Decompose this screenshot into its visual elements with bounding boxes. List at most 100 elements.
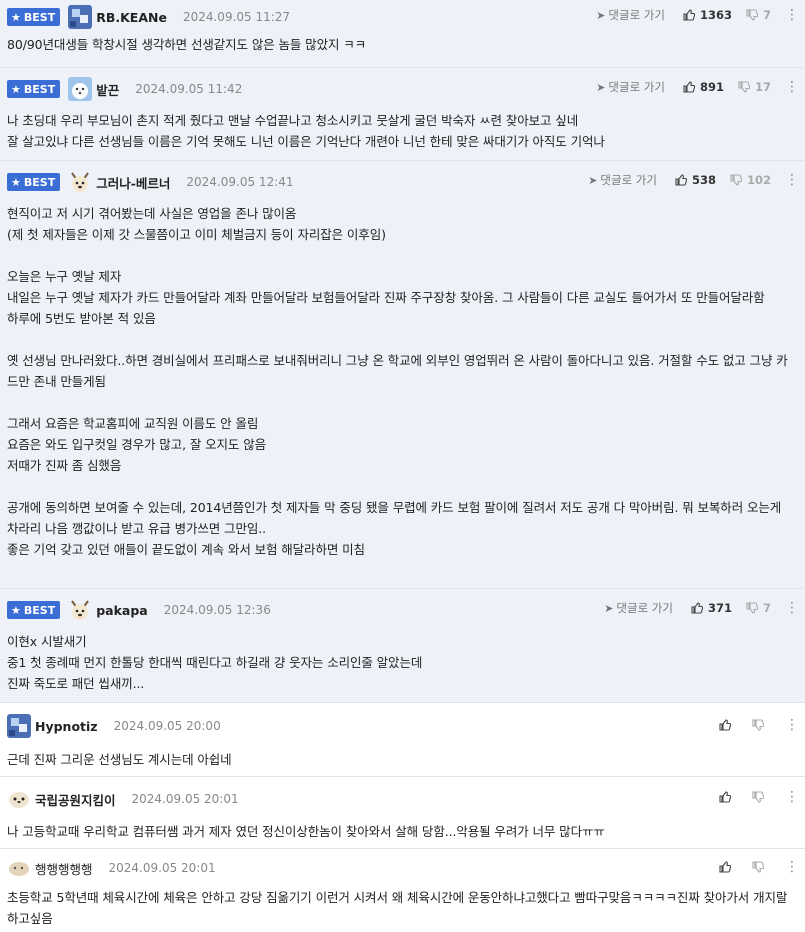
avatar[interactable] [7, 714, 31, 738]
send-arrow-icon: ➤ [596, 8, 606, 22]
more-options-icon[interactable]: ⋮ [785, 7, 799, 23]
downvote-count: 7 [762, 8, 771, 22]
thumbs-down-icon [730, 174, 742, 186]
more-options-icon[interactable]: ⋮ [785, 172, 799, 188]
thumbs-up-icon [675, 174, 687, 186]
thumbs-up-icon [683, 9, 695, 21]
avatar[interactable] [68, 77, 93, 101]
upvote-button[interactable]: 538 [675, 173, 716, 187]
avatar[interactable] [68, 5, 93, 29]
send-arrow-icon: ➤ [588, 173, 598, 187]
upvote-count: 371 [707, 601, 732, 615]
upvote-button[interactable] [719, 861, 736, 873]
upvote-button[interactable]: 371 [691, 601, 732, 615]
author-nickname[interactable]: 행행행행행 [35, 859, 93, 878]
downvote-count: 7 [762, 601, 771, 615]
author-nickname[interactable]: 밭끈 [96, 80, 119, 99]
thumbs-down-icon [746, 602, 758, 614]
thumbs-up-icon [719, 719, 731, 731]
comment-item: ★ BEST RB.KEANe 2024.09.05 11:27 ➤ 댓글로 가기 … [0, 0, 805, 68]
comment-body: 나 고등학교때 우리학교 컴퓨터쌤 과거 제자 였던 정신이상한놈이 찾아와서 … [7, 824, 605, 839]
comment-date: 2024.09.05 12:41 [186, 175, 294, 189]
more-options-icon[interactable]: ⋮ [785, 859, 799, 875]
thumbs-down-icon [746, 9, 758, 21]
reply-label: 댓글로 가기 [608, 8, 665, 22]
comment-item: Hypnotiz 2024.09.05 20:00 ⋮ 근데 진짜 그리운 선생… [0, 703, 805, 777]
comment-date: 2024.09.05 20:01 [108, 861, 216, 875]
author-nickname[interactable]: Hypnotiz [35, 719, 98, 734]
upvote-count: 1363 [699, 8, 732, 22]
thumbs-up-icon [719, 861, 731, 873]
thumbs-up-icon [683, 81, 695, 93]
comment-body: 나 초딩대 우리 부모님이 촌지 적게 줬다고 맨날 수업끝나고 청소시키고 뭇… [7, 113, 605, 149]
author-nickname[interactable]: RB.KEANe [96, 10, 167, 25]
comment-date: 2024.09.05 20:00 [113, 719, 221, 733]
comment-item: ★ BEST pakapa 2024.09.05 12:36 ➤ 댓글로 가기 37… [0, 589, 805, 703]
thumbs-down-icon [738, 81, 750, 93]
downvote-button[interactable]: 102 [730, 173, 771, 187]
thumbs-up-icon [691, 602, 703, 614]
best-badge: ★ BEST [7, 80, 61, 98]
comment-body: 이현x 시발새기 중1 첫 종례때 먼지 한톨당 한대씩 때린다고 하길래 걍 … [7, 634, 423, 691]
best-label: BEST [23, 603, 56, 617]
comment-date: 2024.09.05 12:36 [163, 603, 271, 617]
author-nickname[interactable]: 국립공원지킴이 [35, 790, 116, 809]
downvote-button[interactable] [752, 719, 769, 731]
more-options-icon[interactable]: ⋮ [785, 789, 799, 805]
reply-link[interactable]: ➤ 댓글로 가기 [596, 79, 665, 95]
comment-date: 2024.09.05 20:01 [131, 792, 239, 806]
best-badge: ★ BEST [7, 601, 61, 619]
comment-item: 행행행행행 2024.09.05 20:01 ⋮ 초등학교 5학년때 체육시간에… [0, 849, 805, 932]
comment-body: 근데 진짜 그리운 선생님도 계시는데 아쉽네 [7, 752, 232, 767]
reply-label: 댓글로 가기 [608, 80, 665, 94]
send-arrow-icon: ➤ [596, 80, 606, 94]
upvote-button[interactable]: 1363 [683, 8, 732, 22]
avatar[interactable] [68, 598, 93, 622]
comment-item: ★ BEST 그러나-베르너 2024.09.05 12:41 ➤ 댓글로 가기 5… [0, 161, 805, 589]
best-label: BEST [23, 82, 56, 96]
comment-item: 국립공원지킴이 2024.09.05 20:01 ⋮ 나 고등학교때 우리학교 … [0, 777, 805, 849]
thumbs-down-icon [752, 719, 764, 731]
upvote-count: 891 [699, 80, 724, 94]
thumbs-down-icon [752, 861, 764, 873]
upvote-button[interactable] [719, 791, 736, 803]
downvote-count: 17 [754, 80, 771, 94]
best-badge: ★ BEST [7, 173, 61, 191]
comment-body: 초등학교 5학년때 체육시간에 체육은 안하고 강당 짐옮기기 이런거 시켜서 … [7, 890, 788, 926]
thumbs-down-icon [752, 791, 764, 803]
downvote-button[interactable]: 17 [738, 80, 771, 94]
star-icon: ★ [11, 82, 21, 96]
star-icon: ★ [11, 603, 21, 617]
more-options-icon[interactable]: ⋮ [785, 79, 799, 95]
avatar[interactable] [68, 170, 93, 194]
reply-link[interactable]: ➤ 댓글로 가기 [604, 600, 673, 616]
comment-list: ★ BEST RB.KEANe 2024.09.05 11:27 ➤ 댓글로 가기 … [0, 0, 805, 932]
avatar[interactable] [7, 787, 31, 811]
comment-date: 2024.09.05 11:42 [135, 82, 243, 96]
downvote-button[interactable] [752, 861, 769, 873]
comment-body: 80/90년대생들 학창시절 생각하면 선생같지도 않은 놈들 많았지 ㅋㅋ [7, 37, 367, 52]
downvote-button[interactable]: 7 [746, 8, 771, 22]
send-arrow-icon: ➤ [604, 601, 614, 615]
avatar[interactable] [7, 856, 31, 880]
reply-link[interactable]: ➤ 댓글로 가기 [596, 7, 665, 23]
upvote-button[interactable]: 891 [683, 80, 724, 94]
reply-label: 댓글로 가기 [600, 173, 657, 187]
thumbs-up-icon [719, 791, 731, 803]
upvote-count: 538 [691, 173, 716, 187]
best-label: BEST [23, 10, 56, 24]
comment-item: ★ BEST 밭끈 2024.09.05 11:42 ➤ 댓글로 가기 891 17… [0, 68, 805, 161]
comment-date: 2024.09.05 11:27 [182, 10, 291, 24]
more-options-icon[interactable]: ⋮ [785, 717, 799, 733]
star-icon: ★ [11, 10, 21, 24]
downvote-button[interactable] [752, 791, 769, 803]
reply-link[interactable]: ➤ 댓글로 가기 [588, 172, 657, 188]
author-nickname[interactable]: 그러나-베르너 [96, 173, 170, 192]
author-nickname[interactable]: pakapa [96, 603, 148, 618]
downvote-button[interactable]: 7 [746, 601, 771, 615]
best-label: BEST [23, 175, 56, 189]
more-options-icon[interactable]: ⋮ [785, 600, 799, 616]
comment-body: 현직이고 저 시기 겪어봤는데 사실은 영업을 존나 많이옴 (제 첫 제자들은… [7, 206, 788, 557]
reply-label: 댓글로 가기 [616, 601, 673, 615]
upvote-button[interactable] [719, 719, 736, 731]
